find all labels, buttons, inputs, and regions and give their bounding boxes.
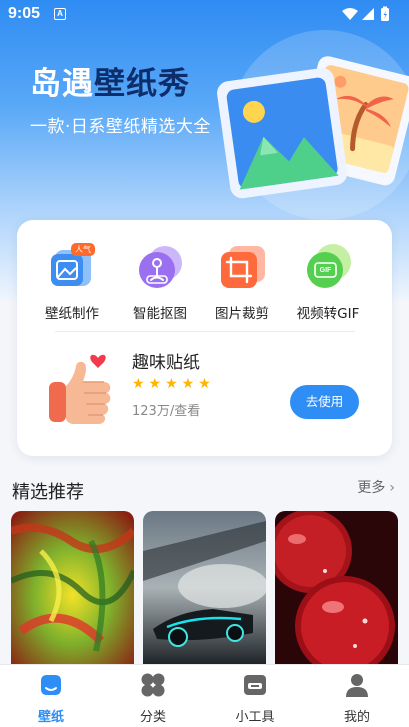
photos-illustration-icon bbox=[217, 56, 409, 199]
more-link[interactable]: 更多 › bbox=[357, 477, 395, 497]
tool-badge: 人气 bbox=[75, 245, 91, 254]
person-cutout-icon bbox=[135, 242, 185, 292]
tab-wallpaper[interactable]: 壁纸 bbox=[11, 671, 91, 725]
tool-label: 图片裁剪 bbox=[215, 306, 269, 322]
profile-icon bbox=[346, 674, 368, 697]
rating-stars: ★★★★★ bbox=[132, 376, 215, 392]
tool-video-gif[interactable]: GIF 视频转GIF bbox=[283, 242, 373, 322]
hero-title-accent: 壁纸秀 bbox=[94, 66, 190, 102]
tab-label: 壁纸 bbox=[37, 710, 64, 725]
notification-icon: A bbox=[54, 8, 66, 20]
hero-title-plain: 岛遇 bbox=[30, 66, 94, 102]
sticker-title: 趣味贴纸 bbox=[132, 353, 200, 373]
gif-icon: GIF bbox=[303, 242, 353, 292]
signal-icon bbox=[362, 8, 374, 20]
abstract-feathers-image bbox=[11, 511, 134, 664]
racing-car-image bbox=[143, 511, 266, 664]
card-divider bbox=[55, 331, 355, 332]
tool-label: 智能抠图 bbox=[133, 306, 187, 322]
tab-label: 分类 bbox=[139, 710, 166, 725]
section-title: 精选推荐 bbox=[12, 482, 84, 503]
view-count: 123万/查看 bbox=[132, 404, 201, 419]
wallpaper-icon bbox=[41, 675, 61, 695]
hero-subtitle: 一款·日系壁纸精选大全 bbox=[30, 117, 211, 137]
tool-smart-cutout[interactable]: 智能抠图 bbox=[115, 242, 205, 322]
tools-card: 人气 壁纸制作 智能抠图 图片裁剪 GIF 视频转GIF 趣味贴纸 ★★★★★ … bbox=[17, 220, 392, 456]
tab-category[interactable]: 分类 bbox=[113, 671, 193, 725]
tab-profile[interactable]: 我的 bbox=[317, 671, 397, 725]
category-icon bbox=[141, 673, 165, 697]
bottom-tab-bar: 壁纸 分类 小工具 我的 bbox=[0, 664, 409, 727]
tab-label: 我的 bbox=[343, 710, 370, 725]
tool-image-crop[interactable]: 图片裁剪 bbox=[197, 242, 287, 322]
tool-label: 视频转GIF bbox=[296, 306, 360, 322]
wallpaper-thumbnail[interactable] bbox=[11, 511, 134, 664]
status-time: 9:05 bbox=[8, 5, 41, 22]
wallpaper-thumbnail[interactable] bbox=[143, 511, 266, 664]
image-edit-icon: 人气 bbox=[47, 242, 97, 292]
tool-label: 壁纸制作 bbox=[45, 306, 99, 322]
chevron-right-icon: › bbox=[389, 480, 395, 496]
use-sticker-button[interactable]: 去使用 bbox=[290, 385, 359, 419]
status-bar: 9:05 A bbox=[0, 0, 409, 30]
wifi-icon bbox=[342, 8, 358, 20]
thumbs-up-icon bbox=[49, 354, 111, 424]
tab-label: 小工具 bbox=[235, 710, 275, 725]
gif-badge: GIF bbox=[319, 267, 332, 274]
cherries-image bbox=[275, 511, 398, 664]
wallpaper-thumbnail[interactable] bbox=[275, 511, 398, 664]
more-label: 更多 bbox=[357, 480, 386, 496]
crop-icon bbox=[217, 242, 267, 292]
tab-tools[interactable]: 小工具 bbox=[215, 671, 295, 725]
hero-title: 岛遇壁纸秀 bbox=[30, 58, 190, 103]
status-icons bbox=[342, 6, 389, 21]
tool-wallpaper-make[interactable]: 人气 壁纸制作 bbox=[27, 242, 117, 322]
toolbox-icon bbox=[244, 675, 266, 695]
